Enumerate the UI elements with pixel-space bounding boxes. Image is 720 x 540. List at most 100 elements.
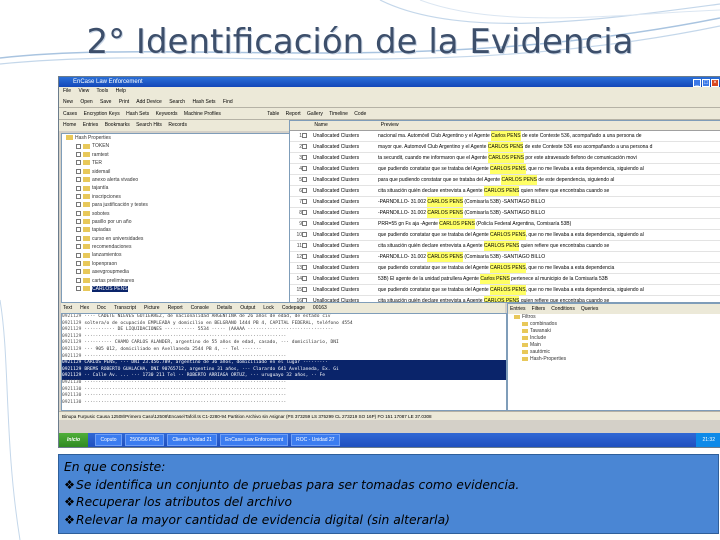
row-checkbox[interactable] bbox=[302, 285, 310, 295]
checkbox-icon[interactable] bbox=[76, 202, 81, 208]
row-checkbox[interactable] bbox=[302, 142, 310, 152]
taskbar-task[interactable]: Coputo bbox=[95, 433, 122, 446]
checkbox-icon[interactable] bbox=[302, 265, 307, 271]
checkbox-icon[interactable] bbox=[302, 221, 307, 227]
maximize-icon[interactable]: □ bbox=[702, 79, 710, 87]
checkbox-icon[interactable] bbox=[76, 286, 81, 292]
add-device-button[interactable]: Add Device bbox=[136, 99, 162, 105]
tab-timeline[interactable]: Timeline bbox=[329, 111, 348, 117]
column-header-name[interactable]: Name bbox=[311, 121, 376, 130]
checkbox-icon[interactable] bbox=[302, 177, 307, 183]
lower-tab[interactable]: Transcript bbox=[114, 305, 136, 311]
filter-item[interactable]: Hash-Properties bbox=[508, 356, 720, 363]
tab-records[interactable]: Records bbox=[168, 122, 187, 128]
row-checkbox[interactable] bbox=[302, 208, 310, 218]
search-button[interactable]: Search bbox=[169, 99, 185, 105]
filters-tree[interactable]: Filtros combinados Tawanaki Include Main saut… bbox=[508, 314, 720, 363]
checkbox-icon[interactable] bbox=[76, 277, 81, 283]
filter-item[interactable]: Main bbox=[508, 342, 720, 349]
new-button[interactable]: New bbox=[63, 99, 73, 105]
filters-tab[interactable]: Conditions bbox=[551, 306, 575, 312]
row-checkbox[interactable] bbox=[302, 230, 310, 240]
menu-view[interactable]: View bbox=[78, 88, 89, 94]
table-row[interactable]: 7 Unallocated Clusters -PARNDILLO- 31.002 … bbox=[290, 197, 720, 208]
menu-file[interactable]: File bbox=[63, 88, 71, 94]
row-checkbox[interactable] bbox=[302, 263, 310, 273]
tab-cases[interactable]: Cases bbox=[63, 111, 77, 117]
checkbox-icon[interactable] bbox=[76, 252, 81, 258]
filter-item[interactable]: Tawanaki bbox=[508, 328, 720, 335]
start-button[interactable]: Inicio bbox=[59, 433, 89, 447]
lower-tab[interactable]: Output bbox=[240, 305, 255, 311]
table-row[interactable]: 12 Unallocated Clusters -PARNDILLO- 31.002… bbox=[290, 252, 720, 263]
lower-tab[interactable]: Codepage bbox=[282, 305, 305, 311]
checkbox-icon[interactable] bbox=[76, 227, 81, 233]
table-row[interactable]: 16 Unallocated Clusters cita situación qui… bbox=[290, 296, 720, 302]
tab-gallery[interactable]: Gallery bbox=[307, 111, 323, 117]
table-row[interactable]: 4 Unallocated Clusters que pudiendo consta… bbox=[290, 164, 720, 175]
menu-help[interactable]: Help bbox=[116, 88, 126, 94]
minimize-icon[interactable]: _ bbox=[693, 79, 701, 87]
menu-tools[interactable]: Tools bbox=[97, 88, 109, 94]
filter-item[interactable]: sautómic bbox=[508, 349, 720, 356]
checkbox-icon[interactable] bbox=[76, 261, 81, 267]
row-checkbox[interactable] bbox=[302, 219, 310, 229]
row-checkbox[interactable] bbox=[302, 186, 310, 196]
print-button[interactable]: Print bbox=[119, 99, 129, 105]
row-checkbox[interactable] bbox=[302, 131, 310, 141]
table-row[interactable]: 14 Unallocated Clusters 53B) El agente de … bbox=[290, 274, 720, 285]
open-button[interactable]: Open bbox=[80, 99, 92, 105]
filters-tab[interactable]: Entries bbox=[510, 306, 526, 312]
table-row[interactable]: 11 Unallocated Clusters cita situación qui… bbox=[290, 241, 720, 252]
checkbox-icon[interactable] bbox=[76, 177, 81, 183]
table-row[interactable]: 10 Unallocated Clusters que pudiendo const… bbox=[290, 230, 720, 241]
tab-table[interactable]: Table bbox=[267, 111, 279, 117]
checkbox-icon[interactable] bbox=[76, 219, 81, 225]
table-row[interactable]: 8 Unallocated Clusters -PARNDILLO- 31.002 … bbox=[290, 208, 720, 219]
table-row[interactable]: 13 Unallocated Clusters que pudiendo const… bbox=[290, 263, 720, 274]
lower-tab[interactable]: Hex bbox=[80, 305, 89, 311]
checkbox-icon[interactable] bbox=[302, 232, 307, 238]
table-row[interactable]: 5 Unallocated Clusters para que pudiendo c… bbox=[290, 175, 720, 186]
filter-item[interactable]: Filtros bbox=[508, 314, 720, 321]
lower-tab[interactable]: Details bbox=[217, 305, 232, 311]
checkbox-icon[interactable] bbox=[302, 188, 307, 194]
lower-tab[interactable]: Picture bbox=[144, 305, 160, 311]
checkbox-icon[interactable] bbox=[302, 166, 307, 172]
checkbox-icon[interactable] bbox=[302, 133, 307, 139]
close-icon[interactable]: × bbox=[711, 79, 719, 87]
checkbox-icon[interactable] bbox=[76, 235, 81, 241]
table-row[interactable]: 6 Unallocated Clusters cita situación quié… bbox=[290, 186, 720, 197]
filter-item[interactable]: combinados bbox=[508, 321, 720, 328]
table-row[interactable]: 2 Unallocated Clusters mayor que. Automovi… bbox=[290, 142, 720, 153]
tab-report[interactable]: Report bbox=[286, 111, 301, 117]
table-row[interactable]: 9 Unallocated Clusters PRR=55 gn Fs aja -A… bbox=[290, 219, 720, 230]
row-checkbox[interactable] bbox=[302, 252, 310, 262]
find-button[interactable]: Find bbox=[223, 99, 233, 105]
lower-tab[interactable]: Lock bbox=[263, 305, 274, 311]
checkbox-icon[interactable] bbox=[76, 160, 81, 166]
table-row[interactable]: 1 Unallocated Clusters nacional ma. Automó… bbox=[290, 131, 720, 142]
tab-encryption-keys[interactable]: Encryption Keys bbox=[84, 111, 120, 117]
row-checkbox[interactable] bbox=[302, 241, 310, 251]
tab-home[interactable]: Home bbox=[63, 122, 76, 128]
tab-keywords[interactable]: Keywords bbox=[156, 111, 178, 117]
lower-tab[interactable]: 00163 bbox=[313, 305, 327, 311]
row-checkbox[interactable] bbox=[302, 274, 310, 284]
checkbox-icon[interactable] bbox=[302, 210, 307, 216]
checkbox-icon[interactable] bbox=[302, 144, 307, 150]
filters-tab[interactable]: Queries bbox=[581, 306, 599, 312]
row-checkbox[interactable] bbox=[302, 296, 310, 302]
text-view-pane[interactable]: 0921129 ···· CADETE NIEVES GUTIERREZ, de … bbox=[61, 313, 507, 411]
lower-tab[interactable]: Console bbox=[191, 305, 209, 311]
checkbox-icon[interactable] bbox=[76, 193, 81, 199]
checkbox-icon[interactable] bbox=[76, 269, 81, 275]
taskbar-task[interactable]: ROC - Unidad 27 bbox=[291, 433, 340, 446]
filter-item[interactable]: Include bbox=[508, 335, 720, 342]
taskbar-task[interactable]: Cliente Unidad 21 bbox=[167, 433, 218, 446]
lower-tab[interactable]: Report bbox=[168, 305, 183, 311]
tab-code[interactable]: Code bbox=[354, 111, 366, 117]
checkbox-icon[interactable] bbox=[76, 168, 81, 174]
tab-search-hits[interactable]: Search Hits bbox=[136, 122, 162, 128]
hash-sets-button[interactable]: Hash Sets bbox=[192, 99, 215, 105]
